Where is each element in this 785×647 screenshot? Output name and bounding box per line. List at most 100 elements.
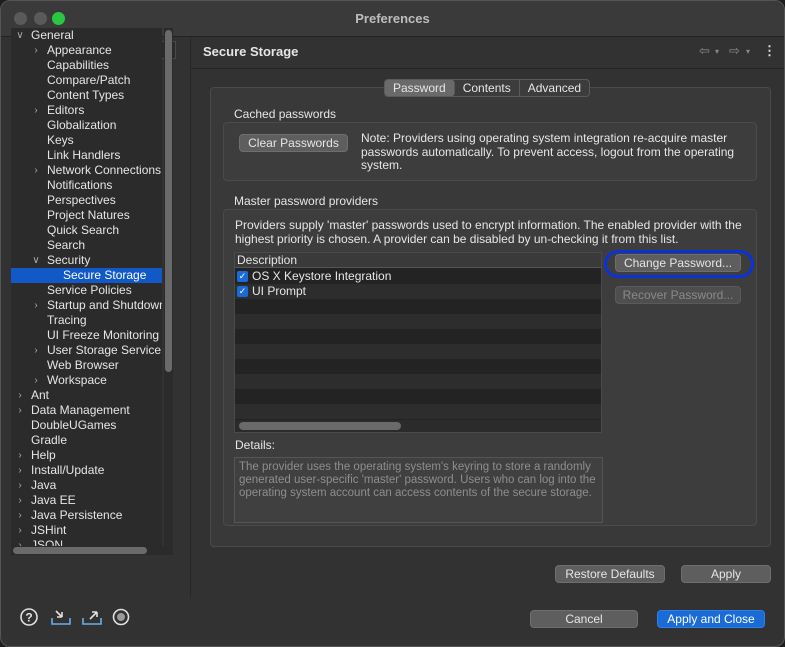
tree-item[interactable]: ∨ Security [11,253,162,268]
tree-item[interactable]: Perspectives [11,193,162,208]
chevron-right-icon[interactable]: › [31,103,41,118]
back-dropdown-icon[interactable]: ▾ [715,47,719,56]
chevron-right-icon[interactable]: › [31,163,41,178]
tab-contents[interactable]: Contents [455,80,520,96]
tree-item[interactable]: › Install/Update [11,463,162,478]
tree-item-label: Secure Storage [63,268,147,282]
forward-icon[interactable]: ⇨ [729,43,740,59]
export-icon[interactable] [81,608,102,628]
table-row[interactable]: ✓ UI Prompt [235,284,601,299]
chevron-right-icon[interactable]: › [15,508,25,523]
tree-item[interactable]: UI Freeze Monitoring [11,328,162,343]
tree-item[interactable]: › Editors [11,103,162,118]
chevron-down-icon[interactable]: ∨ [31,253,41,268]
tree-item[interactable]: › Workspace [11,373,162,388]
chevron-right-icon[interactable]: › [15,523,25,538]
tree-item[interactable]: › Help [11,448,162,463]
tree-item-label: Gradle [31,433,68,447]
chevron-right-icon[interactable]: › [31,43,41,58]
chevron-right-icon[interactable]: › [15,538,25,546]
tree-item[interactable]: › Java Persistence [11,508,162,523]
empty-row [235,389,601,404]
tree-item[interactable]: Gradle [11,433,162,448]
restore-defaults-button[interactable]: Restore Defaults [555,565,665,583]
table-row[interactable]: ✓ OS X Keystore Integration [235,269,601,284]
tree-item[interactable]: › User Storage Service [11,343,162,358]
tree-horizontal-scrollbar[interactable] [11,546,173,555]
record-icon[interactable] [111,608,131,628]
tree-item[interactable]: › Network Connections [11,163,162,178]
tree-item[interactable]: Service Policies [11,283,162,298]
tree-item-label: Ant [31,388,50,402]
tree-item[interactable]: Search [11,238,162,253]
tree-item[interactable]: › JSON [11,538,162,546]
clear-passwords-button[interactable]: Clear Passwords [239,134,348,152]
tree-item-label: Service Policies [47,283,132,297]
tree-item[interactable]: Content Types [11,88,162,103]
tree-horizontal-scroll-thumb[interactable] [13,547,147,554]
tree-vertical-scroll-thumb[interactable] [165,30,172,372]
table-scroll-thumb[interactable] [239,422,401,430]
tree-item[interactable]: Globalization [11,118,162,133]
tree-item[interactable]: Capabilities [11,58,162,73]
chevron-right-icon[interactable]: › [31,373,41,388]
view-menu-icon[interactable]: ⋮ [763,43,776,59]
apply-and-close-button[interactable]: Apply and Close [657,610,765,628]
tree-item[interactable]: › Java [11,478,162,493]
back-icon[interactable]: ⇦ [699,43,710,59]
chevron-right-icon[interactable]: › [15,448,25,463]
tree-item[interactable]: Keys [11,133,162,148]
tree-item[interactable]: Secure Storage [11,268,162,283]
tree-item-label: Appearance [47,43,112,57]
tree-item-label: Globalization [47,118,117,132]
tree-item-label: Perspectives [47,193,116,207]
table-header-description[interactable]: Description [235,253,601,268]
chevron-down-icon[interactable]: ∨ [15,28,25,43]
tree-item[interactable]: › Data Management [11,403,162,418]
tree-vertical-scrollbar[interactable] [164,28,173,546]
tree-item[interactable]: › Ant [11,388,162,403]
empty-row [235,314,601,329]
tab-password[interactable]: Password [385,80,455,96]
tree-item-label: Java [31,478,57,492]
tree-item[interactable]: › JSHint [11,523,162,538]
tree-item-label: Startup and Shutdown [47,298,162,312]
tree-item[interactable]: Compare/Patch [11,73,162,88]
recover-password-button[interactable]: Recover Password... [615,286,741,304]
provider-checkbox[interactable]: ✓ [237,286,248,297]
provider-checkbox[interactable]: ✓ [237,271,248,282]
chevron-right-icon[interactable]: › [31,298,41,313]
tree-item-label: Workspace [47,373,107,387]
table-horizontal-scrollbar[interactable] [235,420,601,432]
tree-item[interactable]: › Appearance [11,43,162,58]
tree-item-label: Tracing [47,313,87,327]
cancel-button[interactable]: Cancel [530,610,638,628]
tree-item[interactable]: Web Browser [11,358,162,373]
tree-item[interactable]: › Java EE [11,493,162,508]
chevron-right-icon[interactable]: › [15,463,25,478]
tree-item[interactable]: Link Handlers [11,148,162,163]
tree-item[interactable]: Quick Search [11,223,162,238]
master-providers-label: Master password providers [234,194,379,208]
tree-item-label: Project Natures [47,208,130,222]
tree-item[interactable]: › Startup and Shutdown [11,298,162,313]
tree-item[interactable]: DoubleUGames [11,418,162,433]
apply-button[interactable]: Apply [681,565,771,583]
tree-item-label: Security [47,253,91,267]
chevron-right-icon[interactable]: › [15,478,25,493]
tree-item-label: Keys [47,133,74,147]
help-icon[interactable]: ? [19,608,39,628]
tree-item[interactable]: Project Natures [11,208,162,223]
chevron-right-icon[interactable]: › [15,388,25,403]
tree-item-label: Network Connections [47,163,162,177]
import-icon[interactable] [50,608,71,628]
chevron-right-icon[interactable]: › [31,343,41,358]
forward-dropdown-icon[interactable]: ▾ [746,47,750,56]
chevron-right-icon[interactable]: › [15,403,25,418]
chevron-right-icon[interactable]: › [15,493,25,508]
provider-label: OS X Keystore Integration [252,269,392,283]
tree-item[interactable]: Tracing [11,313,162,328]
tree-item[interactable]: ∨ General [11,28,162,43]
tree-item[interactable]: Notifications [11,178,162,193]
tab-advanced[interactable]: Advanced [520,80,589,96]
